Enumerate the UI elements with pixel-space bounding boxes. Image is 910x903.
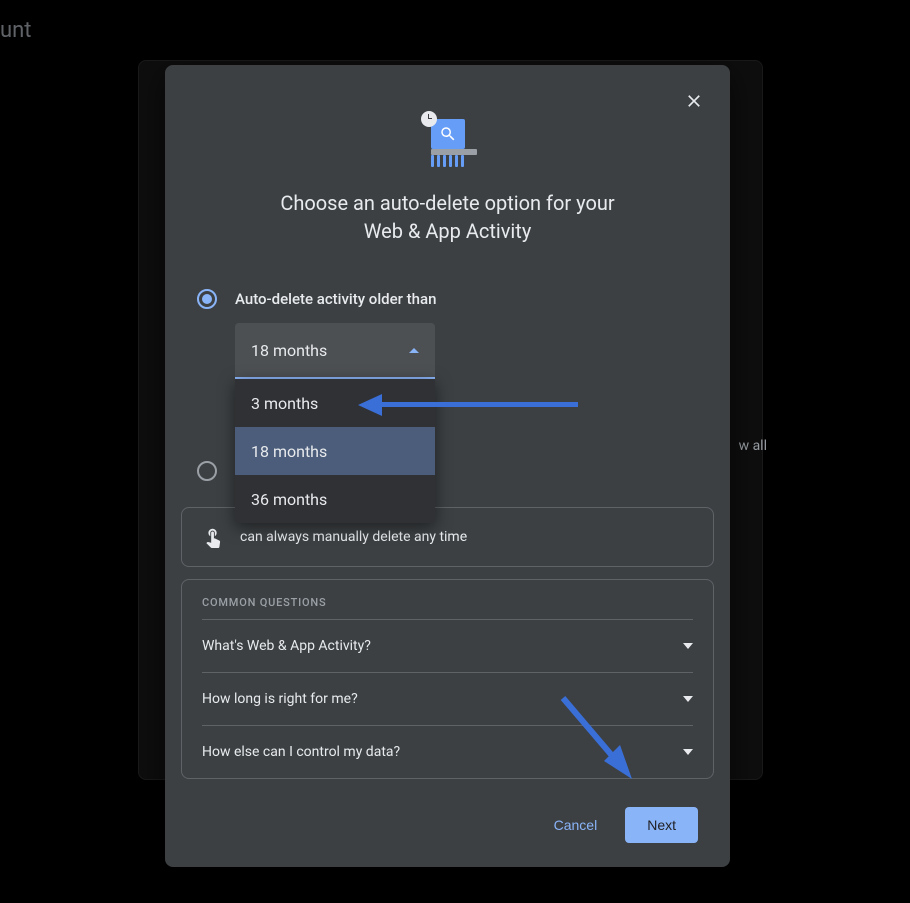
faq-header: COMMON QUESTIONS <box>202 580 693 619</box>
duration-select[interactable]: 18 months 3 months 18 months 36 months <box>235 323 435 379</box>
chevron-down-icon <box>683 749 693 755</box>
clock-icon <box>421 111 437 127</box>
tip-text: can always manually delete any time <box>240 529 467 545</box>
chevron-down-icon <box>683 643 693 649</box>
radio-group: Auto-delete activity older than 18 month… <box>197 289 698 481</box>
shredder-hero-icon <box>165 119 730 149</box>
dropdown-option-3-months[interactable]: 3 months <box>235 379 435 427</box>
close-button[interactable] <box>676 83 712 119</box>
dropdown-option-18-months[interactable]: 18 months <box>235 427 435 475</box>
faq-item-how-long[interactable]: How long is right for me? <box>202 672 693 725</box>
dropdown-option-36-months[interactable]: 36 months <box>235 475 435 523</box>
bg-view-all-fragment: w all <box>739 438 767 454</box>
cancel-button[interactable]: Cancel <box>538 807 614 843</box>
radio-unselected-icon[interactable] <box>197 461 217 481</box>
faq-item-what-is[interactable]: What's Web & App Activity? <box>202 619 693 672</box>
close-icon <box>684 91 704 111</box>
bg-partial-text: unt <box>0 18 31 43</box>
radio-label-auto-delete: Auto-delete activity older than <box>235 290 436 308</box>
dialog-actions: Cancel Next <box>197 807 698 843</box>
tap-hand-icon <box>202 526 224 548</box>
chevron-down-icon <box>683 696 693 702</box>
select-current-value: 18 months <box>251 341 327 360</box>
faq-item-how-else[interactable]: How else can I control my data? <box>202 725 693 778</box>
magnifier-icon <box>439 125 457 143</box>
duration-dropdown: 3 months 18 months 36 months <box>235 379 435 523</box>
caret-up-icon <box>409 348 419 353</box>
select-field[interactable]: 18 months <box>235 323 435 379</box>
radio-selected-icon[interactable] <box>197 289 217 309</box>
radio-option-auto-delete[interactable]: Auto-delete activity older than <box>197 289 698 309</box>
dialog-title: Choose an auto-delete option for your We… <box>205 189 690 245</box>
faq-section: COMMON QUESTIONS What's Web & App Activi… <box>181 579 714 779</box>
next-button[interactable]: Next <box>625 807 698 843</box>
auto-delete-dialog: Choose an auto-delete option for your We… <box>165 65 730 867</box>
